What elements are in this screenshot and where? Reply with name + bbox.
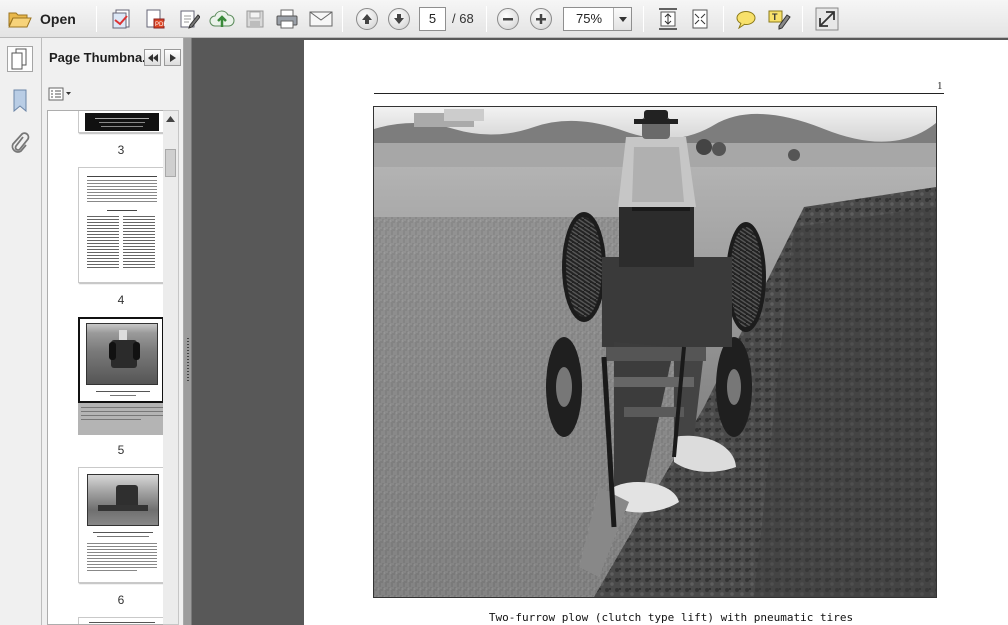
bookmarks-tab[interactable] bbox=[7, 88, 33, 114]
chevron-right-icon bbox=[169, 53, 176, 62]
thumbnail-scrollbar[interactable] bbox=[163, 110, 179, 625]
print-icon bbox=[276, 9, 298, 29]
double-chevron-left-icon bbox=[147, 53, 158, 62]
previous-page-icon bbox=[362, 14, 372, 24]
save-icon bbox=[246, 10, 264, 28]
highlight-button[interactable]: T bbox=[766, 7, 792, 31]
thumbnail-page-3[interactable] bbox=[78, 111, 164, 133]
create-pdf-icon bbox=[112, 9, 130, 29]
toolbar-separator bbox=[802, 6, 803, 32]
zoom-value: 75% bbox=[575, 11, 603, 26]
bookmark-icon bbox=[13, 89, 27, 113]
pages-icon bbox=[11, 48, 27, 70]
thumbnail-list[interactable]: 3 4 5 6 bbox=[47, 110, 168, 625]
document-page: 1 Two-furrow plow (clutch type lift) wit… bbox=[304, 40, 1008, 625]
toolbar-separator bbox=[643, 6, 644, 32]
thumbnail-page-7[interactable] bbox=[78, 617, 164, 624]
thumbnail-label: 6 bbox=[117, 593, 125, 607]
collapse-panel-button[interactable] bbox=[144, 49, 161, 66]
upload-button[interactable] bbox=[208, 7, 236, 31]
header-rule bbox=[374, 93, 944, 94]
page-number-input[interactable]: 5 bbox=[419, 7, 446, 31]
comment-button[interactable] bbox=[733, 7, 759, 31]
fit-page-icon bbox=[659, 8, 677, 30]
zoom-out-icon bbox=[503, 18, 513, 21]
thumbnail-image bbox=[86, 323, 158, 385]
main-toolbar: Open PDF 5 / 68 75% T bbox=[0, 0, 1008, 38]
panel-splitter[interactable] bbox=[184, 38, 192, 625]
toolbar-separator bbox=[96, 6, 97, 32]
page-thumbnails-tab[interactable] bbox=[7, 46, 33, 72]
thumbnail-image bbox=[87, 474, 159, 526]
edit-pdf-icon: PDF bbox=[146, 9, 166, 29]
zoom-out-button[interactable] bbox=[496, 7, 520, 31]
fullscreen-button[interactable] bbox=[813, 7, 841, 31]
chevron-down-icon bbox=[618, 16, 627, 22]
thumbnail-label: 3 bbox=[117, 143, 125, 157]
toolbar-separator bbox=[486, 6, 487, 32]
folder-open-icon bbox=[8, 12, 32, 28]
thumbnail-label: 4 bbox=[117, 293, 125, 307]
attachments-tab[interactable] bbox=[7, 130, 33, 156]
options-icon bbox=[48, 87, 71, 101]
zoom-in-button[interactable] bbox=[529, 7, 553, 31]
thumbnail-label: 5 bbox=[117, 443, 125, 457]
panel-menu-button[interactable] bbox=[164, 49, 181, 66]
open-label: Open bbox=[40, 11, 76, 27]
save-button[interactable] bbox=[243, 7, 267, 31]
next-page-icon bbox=[394, 14, 404, 24]
figure-caption: Two-furrow plow (clutch type lift) with … bbox=[488, 611, 854, 624]
zoom-dropdown-button[interactable] bbox=[613, 8, 631, 30]
open-button[interactable]: Open bbox=[8, 7, 82, 31]
fullscreen-icon bbox=[815, 7, 839, 31]
next-page-button[interactable] bbox=[387, 7, 411, 31]
highlight-icon: T bbox=[768, 10, 791, 30]
thumbnail-page-4[interactable] bbox=[78, 167, 164, 283]
fit-width-button[interactable] bbox=[687, 7, 713, 31]
edit-pdf-button[interactable]: PDF bbox=[142, 7, 168, 31]
tractor-plowing-image bbox=[374, 107, 936, 597]
svg-text:T: T bbox=[772, 12, 778, 22]
splitter-grip bbox=[187, 338, 189, 382]
paperclip-icon bbox=[11, 132, 30, 153]
create-pdf-button[interactable] bbox=[108, 7, 134, 31]
email-button[interactable] bbox=[307, 7, 335, 31]
print-button[interactable] bbox=[273, 7, 301, 31]
chevron-up-icon bbox=[166, 116, 175, 122]
fit-page-button[interactable] bbox=[655, 7, 681, 31]
thumbnails-panel: Page Thumbna... 3 4 5 6 bbox=[42, 38, 184, 625]
thumbnail-image bbox=[85, 113, 159, 131]
thumbnail-page-5[interactable] bbox=[78, 317, 164, 403]
thumbnail-caption-lines bbox=[81, 405, 163, 433]
page-total: / 68 bbox=[452, 11, 474, 26]
fit-width-icon bbox=[692, 9, 708, 29]
tractor-photo bbox=[373, 106, 937, 598]
previous-page-button[interactable] bbox=[355, 7, 379, 31]
zoom-select[interactable]: 75% bbox=[563, 7, 632, 31]
toolbar-separator bbox=[723, 6, 724, 32]
comment-icon bbox=[736, 11, 756, 29]
scrollbar-thumb[interactable] bbox=[165, 149, 176, 177]
sign-icon bbox=[180, 10, 200, 29]
cloud-upload-icon bbox=[209, 10, 235, 27]
navigation-rail bbox=[0, 38, 42, 625]
zoom-in-icon bbox=[536, 14, 546, 24]
svg-text:PDF: PDF bbox=[155, 22, 166, 28]
email-icon bbox=[309, 11, 333, 27]
scroll-up-button[interactable] bbox=[163, 111, 178, 127]
page-number: 1 bbox=[937, 80, 943, 92]
thumbnail-page-6[interactable] bbox=[78, 467, 164, 583]
panel-title: Page Thumbna... bbox=[49, 50, 154, 65]
thumbnail-options-button[interactable] bbox=[48, 85, 74, 103]
sign-button[interactable] bbox=[176, 7, 202, 31]
toolbar-separator bbox=[342, 6, 343, 32]
